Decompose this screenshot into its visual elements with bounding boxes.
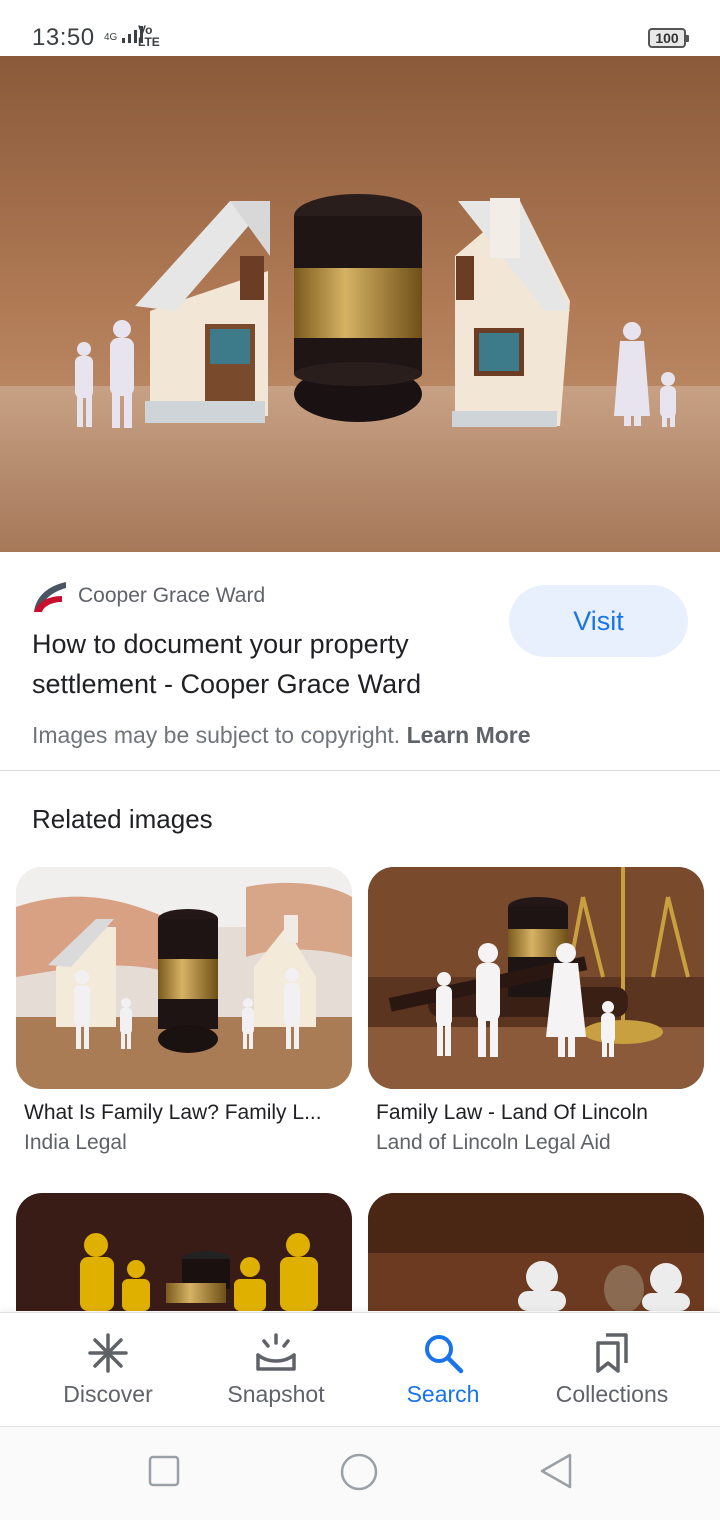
asterisk-icon: [88, 1333, 128, 1373]
hero-image[interactable]: [0, 56, 720, 552]
result-title[interactable]: How to document your property settlement…: [32, 624, 502, 704]
related-thumbnail[interactable]: [368, 1193, 704, 1311]
nav-snapshot[interactable]: Snapshot: [186, 1313, 366, 1427]
search-icon: [425, 1335, 464, 1374]
volte-icon: Vo LTE: [138, 24, 160, 48]
nav-search[interactable]: Search: [353, 1313, 533, 1427]
nav-collections[interactable]: Collections: [522, 1313, 702, 1427]
system-navigation-bar: [0, 1426, 720, 1520]
related-title[interactable]: What Is Family Law? Family L...: [16, 1101, 352, 1125]
copyright-text: Images may be subject to copyright.: [32, 722, 401, 748]
visit-button[interactable]: Visit: [509, 585, 688, 657]
nav-label: Snapshot: [227, 1381, 325, 1407]
battery-icon: 100: [648, 28, 689, 48]
related-thumbnail[interactable]: [16, 867, 352, 1089]
bookmarks-icon: [596, 1333, 628, 1373]
related-source: Land of Lincoln Legal Aid: [376, 1131, 611, 1154]
related-thumbnail[interactable]: [368, 867, 704, 1089]
home-button-icon[interactable]: [340, 1453, 378, 1491]
nav-label: Collections: [555, 1381, 669, 1407]
status-bar: 13:50 4G Vo LTE 100: [0, 0, 720, 56]
snapshot-icon: [256, 1333, 296, 1371]
source-logo-icon: [32, 578, 68, 614]
recents-button-icon[interactable]: [148, 1455, 180, 1487]
nav-label: Search: [406, 1381, 480, 1407]
source-row[interactable]: Cooper Grace Ward: [32, 578, 265, 614]
related-title[interactable]: Family Law - Land Of Lincoln: [368, 1101, 704, 1125]
related-thumbnail[interactable]: [16, 1193, 352, 1311]
back-button-icon[interactable]: [538, 1453, 574, 1489]
related-image-card[interactable]: What Is Family Law? Family L... India Le…: [16, 867, 352, 1155]
nav-label: Discover: [63, 1381, 153, 1407]
nav-discover[interactable]: Discover: [18, 1313, 198, 1427]
volte-bottom: LTE: [138, 35, 160, 49]
network-type: 4G: [104, 32, 118, 43]
learn-more-link[interactable]: Learn More: [407, 722, 531, 748]
related-images-heading: Related images: [32, 804, 213, 834]
related-source: India Legal: [24, 1131, 127, 1154]
bottom-navigation: Discover Snapshot Search Collections: [0, 1312, 720, 1426]
divider: [0, 770, 720, 771]
related-image-card[interactable]: Family Law - Land Of Lincoln Land of Lin…: [368, 867, 704, 1155]
source-name: Cooper Grace Ward: [78, 584, 266, 607]
copyright-notice: Images may be subject to copyright. Lear…: [32, 722, 531, 749]
status-time: 13:50: [32, 24, 95, 51]
